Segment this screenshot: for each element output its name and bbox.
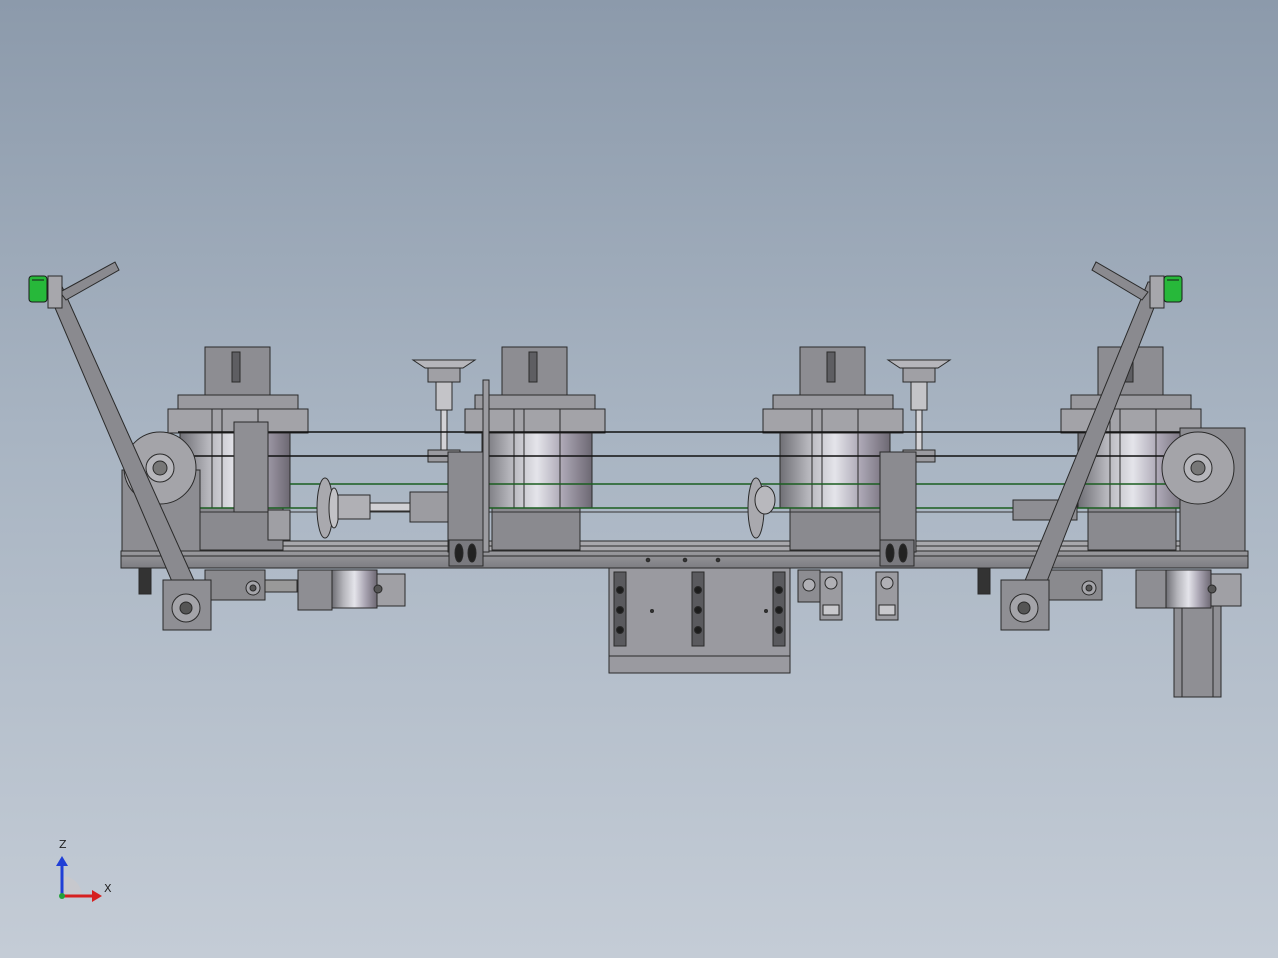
coordinate-triad [56, 856, 102, 902]
cad-viewport[interactable]: Z X [0, 0, 1278, 958]
origin-dot [59, 893, 65, 899]
z-axis-label: Z [59, 838, 67, 851]
x-axis-label: X [104, 882, 112, 895]
